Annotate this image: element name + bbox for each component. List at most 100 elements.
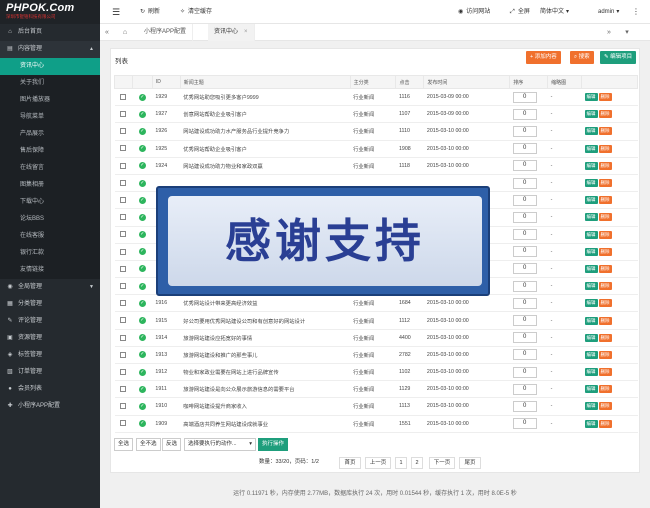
sidebar-item-downloads[interactable]: 下载中心 [0, 194, 100, 211]
row-edit-button[interactable]: 编辑 [584, 316, 598, 325]
row-delete-button[interactable]: 删除 [598, 161, 612, 170]
row-title[interactable]: 旅游网站建设应拓宽好的事情 [180, 329, 351, 347]
language-select[interactable]: 简体中文 ▾ [540, 0, 569, 24]
pager-first[interactable]: 首页 [339, 457, 361, 469]
row-title[interactable]: 旅游网站建设是向公众展示旅游信息的需要平台 [180, 380, 351, 399]
row-title[interactable]: 优秀网站帮助企业吸引客户 [180, 140, 351, 158]
sort-input[interactable]: 0 [512, 297, 537, 309]
menu-toggle-icon[interactable]: ☰ [112, 0, 120, 24]
row-checkbox[interactable] [120, 179, 127, 186]
sort-input[interactable]: 0 [512, 125, 537, 137]
sort-input[interactable]: 0 [512, 280, 537, 292]
row-delete-button[interactable]: 删除 [598, 264, 612, 273]
row-delete-button[interactable]: 删除 [598, 385, 612, 394]
row-edit-button[interactable]: 编辑 [584, 161, 598, 170]
row-checkbox[interactable] [120, 300, 127, 307]
row-edit-button[interactable]: 编辑 [584, 385, 598, 394]
sidebar-group-members[interactable]: ● 会员列表 [0, 381, 100, 398]
row-delete-button[interactable]: 删除 [598, 213, 612, 222]
row-title[interactable]: 旅游网站建设和推广的那些事儿 [180, 346, 351, 365]
pager-page-1[interactable]: 1 [395, 457, 407, 469]
row-checkbox[interactable] [120, 317, 127, 324]
check-circle-icon[interactable]: ✓ [138, 162, 146, 170]
sort-input[interactable]: 0 [512, 366, 537, 378]
row-edit-button[interactable]: 编辑 [584, 213, 598, 222]
tab-news-center[interactable]: 资讯中心 × [208, 24, 255, 41]
sort-input[interactable]: 0 [512, 418, 537, 430]
sidebar-item-products[interactable]: 产品展示 [0, 126, 100, 143]
check-circle-icon[interactable]: ✓ [138, 402, 146, 410]
check-circle-icon[interactable]: ✓ [138, 248, 146, 256]
sort-input[interactable]: 0 [512, 315, 537, 327]
row-edit-button[interactable]: 编辑 [584, 402, 598, 411]
row-checkbox[interactable] [120, 93, 127, 100]
sidebar-item-news-center[interactable]: 资讯中心 [0, 58, 100, 75]
row-title[interactable]: 优秀网站助您吸引更多客户9999 [180, 88, 351, 107]
invert-selection-button[interactable]: 反选 [162, 438, 182, 451]
check-circle-icon[interactable]: ✓ [138, 231, 146, 239]
row-title[interactable]: 好公司要用优秀网站建设公司和有创意好的网站设计 [180, 311, 351, 330]
check-circle-icon[interactable]: ✓ [138, 145, 146, 153]
row-delete-button[interactable]: 删除 [598, 196, 612, 205]
sort-input[interactable]: 0 [512, 400, 537, 412]
sort-input[interactable]: 0 [512, 160, 537, 172]
sort-input[interactable]: 0 [512, 194, 537, 206]
check-circle-icon[interactable]: ✓ [138, 351, 146, 359]
check-circle-icon[interactable]: ✓ [138, 196, 146, 204]
row-title[interactable]: 优秀网站设计带来更高经济效益 [180, 294, 351, 313]
row-checkbox[interactable] [120, 282, 127, 289]
sidebar-item-messages[interactable]: 在线留言 [0, 160, 100, 177]
sidebar-group-tags[interactable]: ◈ 标签管理 [0, 347, 100, 364]
tabs-next-icon[interactable]: » [602, 24, 616, 41]
row-delete-button[interactable]: 删除 [598, 350, 612, 359]
tabs-menu-icon[interactable]: ▾ [620, 24, 634, 41]
check-circle-icon[interactable]: ✓ [138, 265, 146, 273]
pager-page-2[interactable]: 2 [411, 457, 423, 469]
check-circle-icon[interactable]: ✓ [138, 334, 146, 342]
row-delete-button[interactable]: 删除 [598, 316, 612, 325]
row-edit-button[interactable]: 编辑 [584, 350, 598, 359]
row-edit-button[interactable]: 编辑 [584, 282, 598, 291]
add-content-button[interactable]: + 添加内容 [526, 51, 561, 64]
check-circle-icon[interactable]: ✓ [138, 213, 146, 221]
select-none-button[interactable]: 全不选 [136, 438, 161, 451]
row-delete-button[interactable]: 删除 [598, 299, 612, 308]
sidebar-item-nav-menu[interactable]: 导航菜单 [0, 109, 100, 126]
sidebar-item-links[interactable]: 友情链接 [0, 262, 100, 279]
sidebar-item-bank[interactable]: 银行汇款 [0, 245, 100, 262]
row-edit-button[interactable]: 编辑 [584, 110, 598, 119]
sidebar-item-home[interactable]: ⌂ 后台首页 [0, 24, 100, 41]
row-checkbox[interactable] [120, 265, 127, 272]
row-delete-button[interactable]: 删除 [598, 368, 612, 377]
check-circle-icon[interactable]: ✓ [138, 368, 146, 376]
row-title[interactable]: 咖啡网站建设提升商家收入 [180, 397, 351, 416]
pager-last[interactable]: 尾页 [459, 457, 481, 469]
more-icon[interactable]: ⋮ [632, 0, 640, 24]
select-all-button[interactable]: 全选 [114, 438, 134, 451]
row-edit-button[interactable]: 编辑 [584, 419, 598, 428]
row-checkbox[interactable] [120, 162, 127, 169]
refresh-button[interactable]: ↻ 刷新 [140, 0, 160, 24]
check-circle-icon[interactable]: ✓ [138, 110, 146, 118]
sidebar-group-content[interactable]: ▤ 内容管理 ▲ [0, 41, 100, 58]
fullscreen-button[interactable]: ⤢ 全屏 [510, 0, 530, 24]
sidebar-group-resources[interactable]: ▣ 资源管理 [0, 330, 100, 347]
visit-site-button[interactable]: ◉ 访问网站 [458, 0, 490, 24]
row-checkbox[interactable] [120, 248, 127, 255]
row-edit-button[interactable]: 编辑 [584, 264, 598, 273]
sidebar-group-comments[interactable]: ✎ 评论管理 [0, 313, 100, 330]
tabs-prev-icon[interactable]: « [100, 24, 114, 41]
check-circle-icon[interactable]: ✓ [138, 282, 146, 290]
check-circle-icon[interactable]: ✓ [138, 317, 146, 325]
row-checkbox[interactable] [120, 403, 127, 410]
sidebar-group-orders[interactable]: ▧ 订单管理 [0, 364, 100, 381]
check-circle-icon[interactable]: ✓ [138, 127, 146, 135]
execute-button[interactable]: 执行操作 [258, 438, 289, 451]
row-title[interactable]: 创意网站帮助企业吸引客户 [180, 105, 351, 124]
pager-prev[interactable]: 上一页 [365, 457, 391, 469]
row-title[interactable]: 网站建设成功助力物业和家政双赢 [180, 157, 351, 175]
sort-input[interactable]: 0 [512, 263, 537, 275]
sort-input[interactable]: 0 [512, 246, 537, 258]
sort-input[interactable]: 0 [512, 349, 537, 361]
row-checkbox[interactable] [120, 334, 127, 341]
